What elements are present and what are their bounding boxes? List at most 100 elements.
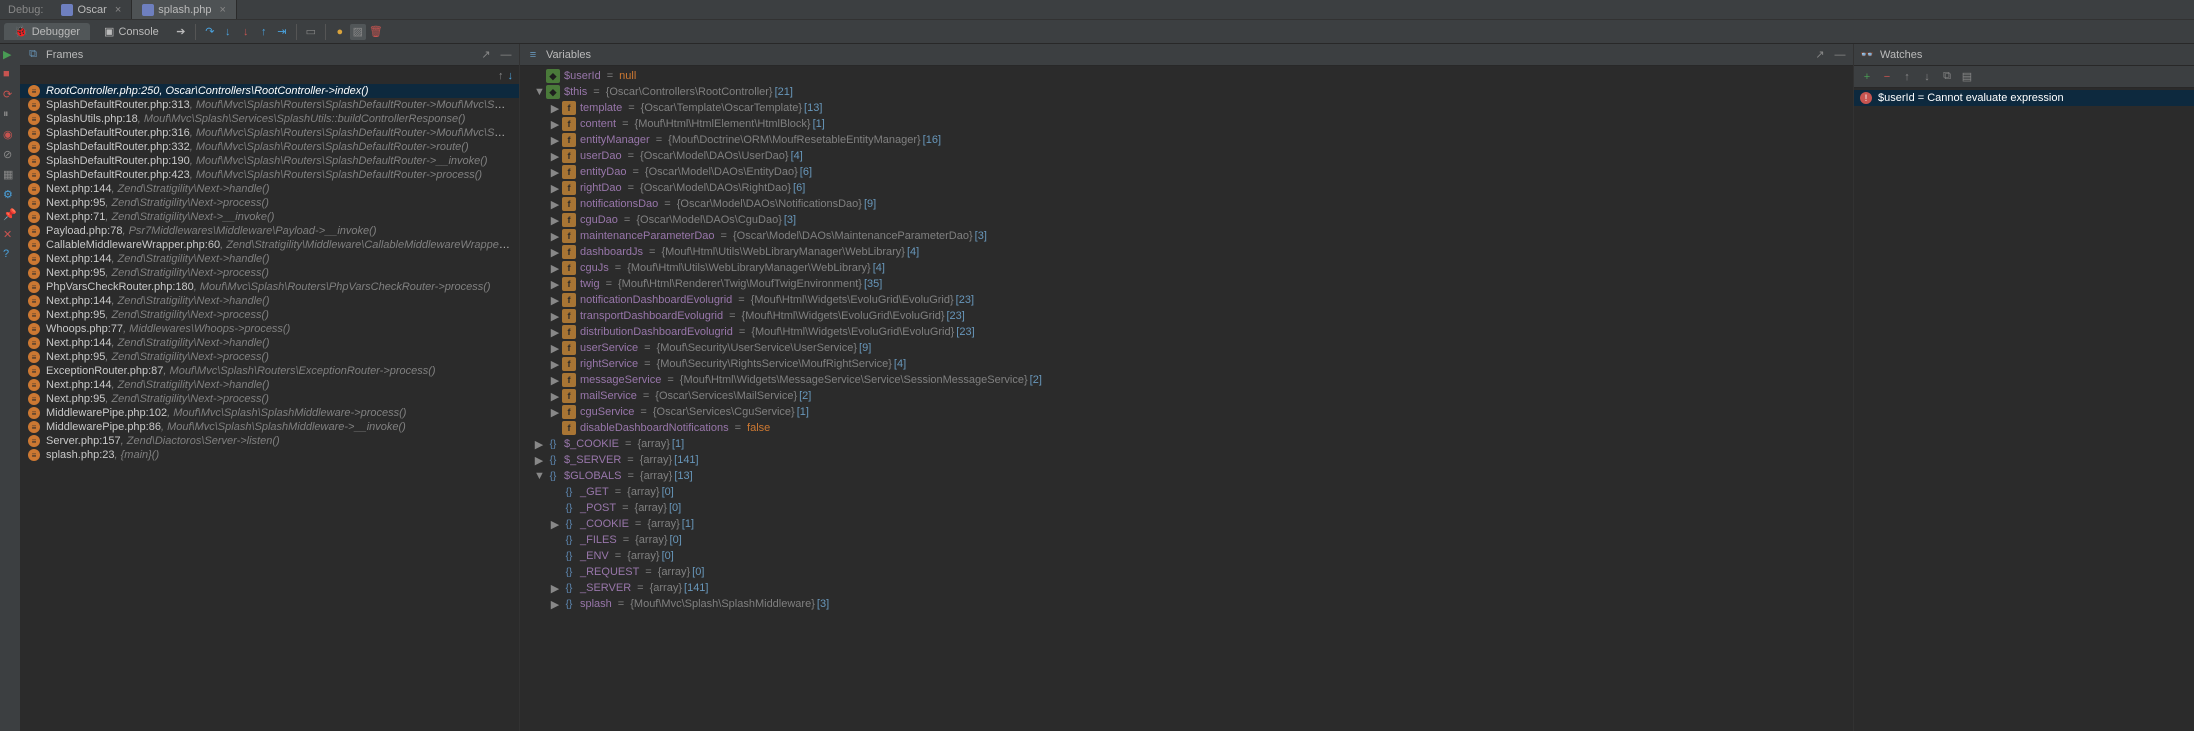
step-out-icon[interactable]: ↑: [256, 24, 272, 40]
settings-icon[interactable]: ⚙: [3, 188, 17, 202]
tree-toggle-icon[interactable]: ▶: [550, 134, 560, 147]
frame-row[interactable]: ≡Server.php:157, Zend\Diactoros\Server->…: [20, 434, 519, 448]
variable-row[interactable]: ▼◆$this={Oscar\Controllers\RootControlle…: [520, 84, 1853, 100]
minimize-icon[interactable]: —: [1833, 48, 1847, 62]
frame-row[interactable]: ≡SplashDefaultRouter.php:316, Mouf\Mvc\S…: [20, 126, 519, 140]
variable-row[interactable]: fdisableDashboardNotifications=false: [520, 420, 1853, 436]
tree-toggle-icon[interactable]: ▼: [534, 470, 544, 482]
frame-row[interactable]: ≡SplashDefaultRouter.php:190, Mouf\Mvc\S…: [20, 154, 519, 168]
variable-row[interactable]: {}_POST={array} [0]: [520, 500, 1853, 516]
tree-toggle-icon[interactable]: ▶: [550, 118, 560, 131]
variable-row[interactable]: {}_REQUEST={array} [0]: [520, 564, 1853, 580]
variable-row[interactable]: {}_GET={array} [0]: [520, 484, 1853, 500]
variable-row[interactable]: ▶frightDao={Oscar\Model\DAOs\RightDao} […: [520, 180, 1853, 196]
variable-row[interactable]: ▶fdistributionDashboardEvolugrid={Mouf\H…: [520, 324, 1853, 340]
variable-row[interactable]: ▶{}$_COOKIE={array} [1]: [520, 436, 1853, 452]
frame-row[interactable]: ≡SplashDefaultRouter.php:423, Mouf\Mvc\S…: [20, 168, 519, 182]
variable-row[interactable]: {}_FILES={array} [0]: [520, 532, 1853, 548]
tree-toggle-icon[interactable]: ▶: [550, 598, 560, 611]
frame-row[interactable]: ≡RootController.php:250, Oscar\Controlle…: [20, 84, 519, 98]
run-to-cursor-icon[interactable]: ⇥: [274, 24, 290, 40]
frame-row[interactable]: ≡Next.php:144, Zend\Stratigility\Next->h…: [20, 182, 519, 196]
variable-row[interactable]: ▶{}_SERVER={array} [141]: [520, 580, 1853, 596]
frame-up-icon[interactable]: ↑: [498, 70, 504, 82]
mute-icon[interactable]: ▨: [350, 24, 366, 40]
tree-toggle-icon[interactable]: ▶: [550, 150, 560, 163]
mute-breakpoints-icon[interactable]: ⊘: [3, 148, 17, 162]
rerun-icon[interactable]: ⟳: [3, 88, 17, 102]
tree-toggle-icon[interactable]: ▼: [534, 86, 544, 98]
frame-row[interactable]: ≡Next.php:144, Zend\Stratigility\Next->h…: [20, 336, 519, 350]
step-into-icon[interactable]: ↓: [220, 24, 236, 40]
force-step-into-icon[interactable]: ↓: [238, 24, 254, 40]
frame-row[interactable]: ≡MiddlewarePipe.php:102, Mouf\Mvc\Splash…: [20, 406, 519, 420]
add-watch-icon[interactable]: +: [1860, 70, 1874, 84]
frame-row[interactable]: ≡Next.php:144, Zend\Stratigility\Next->h…: [20, 252, 519, 266]
frame-row[interactable]: ≡SplashDefaultRouter.php:332, Mouf\Mvc\S…: [20, 140, 519, 154]
variable-row[interactable]: ▶fmaintenanceParameterDao={Oscar\Model\D…: [520, 228, 1853, 244]
variable-row[interactable]: ▶fnotificationDashboardEvolugrid={Mouf\H…: [520, 292, 1853, 308]
variable-row[interactable]: ▶fcguService={Oscar\Services\CguService}…: [520, 404, 1853, 420]
tree-toggle-icon[interactable]: ▶: [550, 582, 560, 595]
tree-toggle-icon[interactable]: ▶: [550, 406, 560, 419]
variable-row[interactable]: ▶fdashboardJs={Mouf\Html\Utils\WebLibrar…: [520, 244, 1853, 260]
trash-icon[interactable]: 🗑: [368, 24, 384, 40]
tree-toggle-icon[interactable]: ▶: [550, 214, 560, 227]
output-toggle-icon[interactable]: ➔: [173, 24, 189, 40]
variable-row[interactable]: {}_ENV={array} [0]: [520, 548, 1853, 564]
tree-toggle-icon[interactable]: ▶: [550, 198, 560, 211]
variable-row[interactable]: ▶ftwig={Mouf\Html\Renderer\Twig\MoufTwig…: [520, 276, 1853, 292]
tree-toggle-icon[interactable]: ▶: [550, 358, 560, 371]
variable-row[interactable]: ▶fcguJs={Mouf\Html\Utils\WebLibraryManag…: [520, 260, 1853, 276]
frame-row[interactable]: ≡Next.php:95, Zend\Stratigility\Next->pr…: [20, 266, 519, 280]
tree-toggle-icon[interactable]: ▶: [550, 182, 560, 195]
view-breakpoints-icon[interactable]: ◉: [3, 128, 17, 142]
watch-row[interactable]: !$userId = Cannot evaluate expression: [1854, 90, 2194, 106]
frame-row[interactable]: ≡ExceptionRouter.php:87, Mouf\Mvc\Splash…: [20, 364, 519, 378]
variable-row[interactable]: ▼{}$GLOBALS={array} [13]: [520, 468, 1853, 484]
variable-row[interactable]: ◆$userId=null: [520, 68, 1853, 84]
variable-row[interactable]: ▶{}splash={Mouf\Mvc\Splash\SplashMiddlew…: [520, 596, 1853, 612]
tree-toggle-icon[interactable]: ▶: [550, 310, 560, 323]
close-tab-icon[interactable]: ×: [115, 4, 121, 16]
frame-row[interactable]: ≡SplashUtils.php:18, Mouf\Mvc\Splash\Ser…: [20, 112, 519, 126]
remove-watch-icon[interactable]: −: [1880, 70, 1894, 84]
variable-row[interactable]: ▶{}_COOKIE={array} [1]: [520, 516, 1853, 532]
variable-row[interactable]: ▶frightService={Mouf\Security\RightsServ…: [520, 356, 1853, 372]
tree-toggle-icon[interactable]: ▶: [550, 102, 560, 115]
variable-row[interactable]: ▶ftemplate={Oscar\Template\OscarTemplate…: [520, 100, 1853, 116]
frame-row[interactable]: ≡Next.php:95, Zend\Stratigility\Next->pr…: [20, 392, 519, 406]
frame-row[interactable]: ≡MiddlewarePipe.php:86, Mouf\Mvc\Splash\…: [20, 420, 519, 434]
frame-row[interactable]: ≡Next.php:71, Zend\Stratigility\Next->__…: [20, 210, 519, 224]
pause-icon[interactable]: ⏸: [3, 108, 17, 122]
frame-down-icon[interactable]: ↓: [508, 70, 514, 82]
tree-toggle-icon[interactable]: ▶: [550, 326, 560, 339]
tree-toggle-icon[interactable]: ▶: [534, 438, 544, 451]
watch-up-icon[interactable]: ↑: [1900, 70, 1914, 84]
console-tab[interactable]: ▣ Console: [94, 23, 169, 40]
tree-toggle-icon[interactable]: ▶: [550, 262, 560, 275]
tree-toggle-icon[interactable]: ▶: [550, 294, 560, 307]
thread-selector-icon[interactable]: ↗: [479, 48, 493, 62]
tree-toggle-icon[interactable]: ▶: [550, 166, 560, 179]
tree-toggle-icon[interactable]: ▶: [550, 518, 560, 531]
close-tab-icon[interactable]: ×: [219, 4, 225, 16]
variable-row[interactable]: ▶fentityManager={Mouf\Doctrine\ORM\MoufR…: [520, 132, 1853, 148]
resume-icon[interactable]: ▶: [3, 48, 17, 62]
break-on-exception-icon[interactable]: ●: [332, 24, 348, 40]
close-gutter-icon[interactable]: ✕: [3, 228, 17, 242]
frame-row[interactable]: ≡Whoops.php:77, Middlewares\Whoops->proc…: [20, 322, 519, 336]
expand-icon[interactable]: ↗: [1813, 48, 1827, 62]
tree-toggle-icon[interactable]: ▶: [550, 278, 560, 291]
frame-row[interactable]: ≡Payload.php:78, Psr7Middlewares\Middlew…: [20, 224, 519, 238]
frame-row[interactable]: ≡CallableMiddlewareWrapper.php:60, Zend\…: [20, 238, 519, 252]
variable-row[interactable]: ▶fnotificationsDao={Oscar\Model\DAOs\Not…: [520, 196, 1853, 212]
frame-row[interactable]: ≡splash.php:23, {main}(): [20, 448, 519, 462]
stop-icon[interactable]: ■: [3, 68, 17, 82]
variable-row[interactable]: ▶fcguDao={Oscar\Model\DAOs\CguDao} [3]: [520, 212, 1853, 228]
file-tab[interactable]: Oscar×: [51, 0, 132, 19]
frame-row[interactable]: ≡SplashDefaultRouter.php:313, Mouf\Mvc\S…: [20, 98, 519, 112]
frame-row[interactable]: ≡PhpVarsCheckRouter.php:180, Mouf\Mvc\Sp…: [20, 280, 519, 294]
tree-toggle-icon[interactable]: ▶: [550, 246, 560, 259]
evaluate-expression-icon[interactable]: ▭: [303, 24, 319, 40]
